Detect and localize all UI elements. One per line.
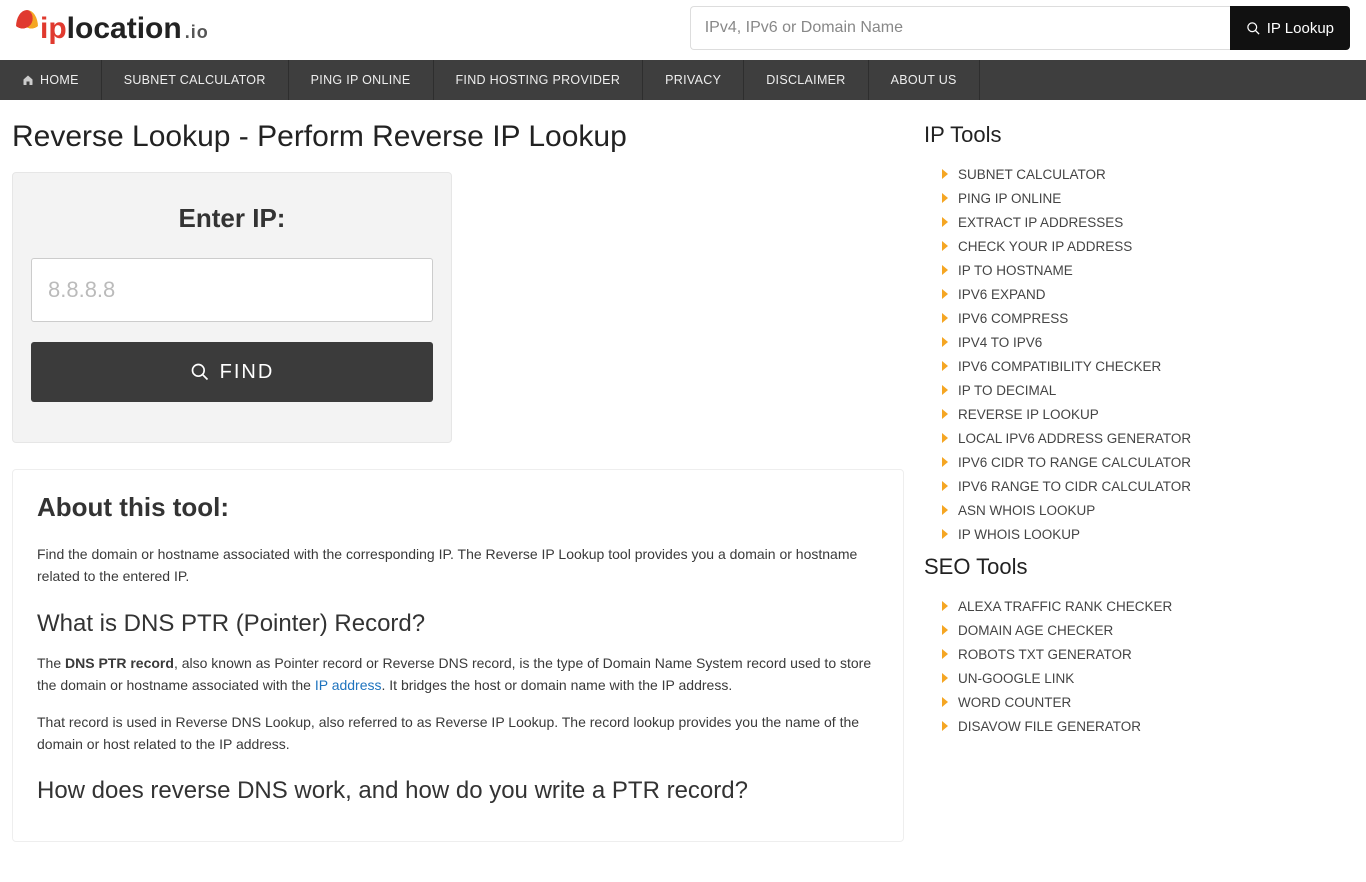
sidebar-item-ip-tool[interactable]: PING IP ONLINE <box>942 186 1354 210</box>
article-paragraph: The DNS PTR record, also known as Pointe… <box>37 652 879 697</box>
ip-search-input[interactable] <box>690 6 1230 50</box>
sidebar: IP Tools SUBNET CALCULATORPING IP ONLINE… <box>924 114 1354 842</box>
nav-item-label: ABOUT US <box>891 73 957 87</box>
nav-find-hosting-provider[interactable]: FIND HOSTING PROVIDER <box>434 60 644 100</box>
ip-input[interactable] <box>31 258 433 322</box>
lookup-panel: Enter IP: FIND <box>12 172 452 443</box>
nav-home[interactable]: HOME <box>0 60 102 100</box>
ip-tools-list: SUBNET CALCULATORPING IP ONLINEEXTRACT I… <box>924 162 1354 546</box>
logo-text-io: .io <box>182 22 209 43</box>
find-button[interactable]: FIND <box>31 342 433 402</box>
page-title: Reverse Lookup - Perform Reverse IP Look… <box>12 120 904 154</box>
ip-lookup-button[interactable]: IP Lookup <box>1230 6 1350 50</box>
panel-heading: Enter IP: <box>31 203 433 234</box>
sidebar-item-seo-tool[interactable]: UN-GOOGLE LINK <box>942 666 1354 690</box>
sidebar-item-ip-tool[interactable]: SUBNET CALCULATOR <box>942 162 1354 186</box>
nav-item-label: DISCLAIMER <box>766 73 845 87</box>
nav-item-label: FIND HOSTING PROVIDER <box>456 73 621 87</box>
nav-item-label: PING IP ONLINE <box>311 73 411 87</box>
sidebar-heading-seo-tools: SEO Tools <box>924 554 1354 580</box>
about-article: About this tool: Find the domain or host… <box>12 469 904 842</box>
nav-subnet-calculator[interactable]: SUBNET CALCULATOR <box>102 60 289 100</box>
sidebar-item-ip-tool[interactable]: IPV6 EXPAND <box>942 282 1354 306</box>
nav-item-label: PRIVACY <box>665 73 721 87</box>
sidebar-item-ip-tool[interactable]: CHECK YOUR IP ADDRESS <box>942 234 1354 258</box>
sidebar-item-ip-tool[interactable]: IP TO DECIMAL <box>942 378 1354 402</box>
nav-item-label: SUBNET CALCULATOR <box>124 73 266 87</box>
nav-about-us[interactable]: ABOUT US <box>869 60 980 100</box>
nav-ping-ip-online[interactable]: PING IP ONLINE <box>289 60 434 100</box>
search-icon <box>1246 21 1261 36</box>
top-bar: ip location .io IP Lookup <box>0 0 1366 60</box>
sidebar-item-ip-tool[interactable]: LOCAL IPV6 ADDRESS GENERATOR <box>942 426 1354 450</box>
sidebar-item-seo-tool[interactable]: ALEXA TRAFFIC RANK CHECKER <box>942 594 1354 618</box>
sidebar-item-ip-tool[interactable]: REVERSE IP LOOKUP <box>942 402 1354 426</box>
ip-address-link[interactable]: IP address <box>315 677 382 693</box>
article-subheading: How does reverse DNS work, and how do yo… <box>37 777 879 805</box>
nav-privacy[interactable]: PRIVACY <box>643 60 744 100</box>
header-search: IP Lookup <box>690 6 1350 50</box>
search-icon <box>190 362 210 382</box>
nav-disclaimer[interactable]: DISCLAIMER <box>744 60 868 100</box>
seo-tools-list: ALEXA TRAFFIC RANK CHECKERDOMAIN AGE CHE… <box>924 594 1354 738</box>
article-paragraph: That record is used in Reverse DNS Looku… <box>37 711 879 756</box>
main-nav: HOME SUBNET CALCULATOR PING IP ONLINE FI… <box>0 60 1366 100</box>
logo-text-location: location <box>67 12 182 46</box>
sidebar-item-seo-tool[interactable]: DISAVOW FILE GENERATOR <box>942 714 1354 738</box>
sidebar-item-ip-tool[interactable]: EXTRACT IP ADDRESSES <box>942 210 1354 234</box>
sidebar-heading-ip-tools: IP Tools <box>924 122 1354 148</box>
home-icon <box>22 74 34 86</box>
logo-text-ip: ip <box>40 12 67 46</box>
sidebar-item-seo-tool[interactable]: ROBOTS TXT GENERATOR <box>942 642 1354 666</box>
sidebar-item-ip-tool[interactable]: IP TO HOSTNAME <box>942 258 1354 282</box>
sidebar-item-ip-tool[interactable]: IPV4 TO IPV6 <box>942 330 1354 354</box>
sidebar-item-ip-tool[interactable]: IPV6 COMPRESS <box>942 306 1354 330</box>
sidebar-item-seo-tool[interactable]: DOMAIN AGE CHECKER <box>942 618 1354 642</box>
pin-icon <box>16 10 38 38</box>
sidebar-item-seo-tool[interactable]: WORD COUNTER <box>942 690 1354 714</box>
bold-text: DNS PTR record <box>65 655 174 671</box>
article-heading: About this tool: <box>37 492 879 523</box>
find-button-label: FIND <box>220 361 275 384</box>
sidebar-item-ip-tool[interactable]: IPV6 COMPATIBILITY CHECKER <box>942 354 1354 378</box>
article-subheading: What is DNS PTR (Pointer) Record? <box>37 610 879 638</box>
sidebar-item-ip-tool[interactable]: ASN WHOIS LOOKUP <box>942 498 1354 522</box>
sidebar-item-ip-tool[interactable]: IPV6 CIDR TO RANGE CALCULATOR <box>942 450 1354 474</box>
sidebar-item-ip-tool[interactable]: IPV6 RANGE TO CIDR CALCULATOR <box>942 474 1354 498</box>
ip-lookup-button-label: IP Lookup <box>1267 20 1334 37</box>
nav-item-label: HOME <box>40 73 79 87</box>
article-paragraph: Find the domain or hostname associated w… <box>37 543 879 588</box>
sidebar-item-ip-tool[interactable]: IP WHOIS LOOKUP <box>942 522 1354 546</box>
site-logo[interactable]: ip location .io <box>16 10 209 46</box>
